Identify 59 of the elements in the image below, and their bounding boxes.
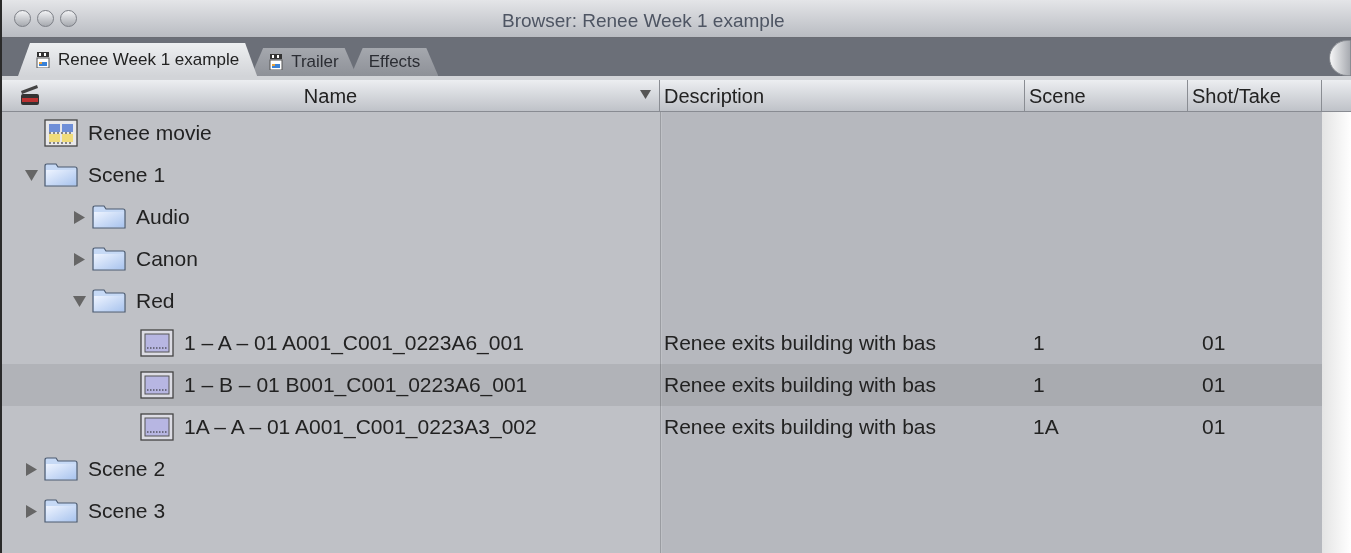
table-row[interactable]: 1 – B – 01 B001_C001_0223A6_001 Renee exits building with bas 1 01 (2, 364, 1322, 406)
project-icon (269, 54, 284, 70)
column-header[interactable]: Description (660, 80, 1025, 111)
item-name: 1 – A – 01 A001_C001_0223A6_001 (184, 330, 524, 357)
clapperboard-icon (20, 84, 40, 106)
table-row[interactable]: 1A – A – 01 A001_C001_0223A3_002 Renee exits building with bas 1A 01 (2, 406, 1322, 448)
folder-icon (44, 163, 78, 187)
scene-cell-text: 1 (1033, 372, 1045, 399)
item-name: Scene 3 (88, 498, 166, 525)
project-icon (36, 51, 50, 68)
scrollbar-thumb[interactable] (1329, 40, 1351, 76)
clip-icon (140, 371, 174, 399)
column-header[interactable]: Scene (1025, 80, 1188, 111)
folder-icon (44, 457, 78, 481)
collapsed-triangle-icon[interactable] (73, 210, 85, 224)
column-header[interactable]: Name (2, 80, 660, 111)
item-name: 1 – B – 01 B001_C001_0223A6_001 (184, 372, 528, 399)
folder-icon (44, 499, 78, 523)
item-name: 1A – A – 01 A001_C001_0223A3_002 (184, 414, 537, 441)
table-row[interactable]: Scene 2 (2, 448, 1322, 490)
minimize-button[interactable] (37, 10, 54, 27)
item-name: Renee movie (88, 120, 212, 147)
folder-icon (92, 289, 126, 313)
item-name: Red (136, 288, 175, 315)
description-cell-text: Renee exits building with bas (664, 414, 936, 441)
folder-icon (92, 247, 126, 271)
table-row[interactable]: Audio (2, 196, 1322, 238)
shot-take-cell-text: 01 (1202, 330, 1226, 357)
item-name: Audio (136, 204, 190, 231)
zoom-button[interactable] (60, 10, 77, 27)
description-cell-text: Renee exits building with bas (664, 330, 936, 357)
item-name: Scene 2 (88, 456, 166, 483)
shot-take-cell-text: 01 (1202, 414, 1226, 441)
collapsed-triangle-icon[interactable] (25, 504, 37, 518)
folder-icon (92, 205, 126, 229)
table-row[interactable]: 1 – A – 01 A001_C001_0223A6_001 Renee exits building with bas 1 01 (2, 322, 1322, 364)
collapsed-triangle-icon[interactable] (25, 462, 37, 476)
table-row[interactable]: Scene 1 (2, 154, 1322, 196)
sequence-icon (44, 119, 78, 147)
expanded-triangle-icon[interactable] (72, 295, 86, 307)
item-name: Canon (136, 246, 198, 273)
table-row[interactable]: Red (2, 280, 1322, 322)
close-button[interactable] (14, 10, 31, 27)
table-row[interactable]: Renee movie (2, 112, 1322, 154)
item-name: Scene 1 (88, 162, 166, 189)
shot-take-cell-text: 01 (1202, 372, 1226, 399)
tab[interactable]: Renee Week 1 example (18, 43, 258, 76)
scene-cell-text: 1 (1033, 330, 1045, 357)
table-row[interactable]: Canon (2, 238, 1322, 280)
scrollbar-track[interactable] (1322, 112, 1351, 553)
expanded-triangle-icon[interactable] (24, 169, 38, 181)
column-header[interactable]: Shot/Take (1188, 80, 1322, 111)
clip-icon (140, 413, 174, 441)
scene-cell-text: 1A (1033, 414, 1059, 441)
clip-icon (140, 329, 174, 357)
description-cell-text: Renee exits building with bas (664, 372, 936, 399)
collapsed-triangle-icon[interactable] (73, 252, 85, 266)
table-row[interactable]: Scene 3 (2, 490, 1322, 532)
window-title: Browser: Renee Week 1 example (502, 9, 785, 33)
